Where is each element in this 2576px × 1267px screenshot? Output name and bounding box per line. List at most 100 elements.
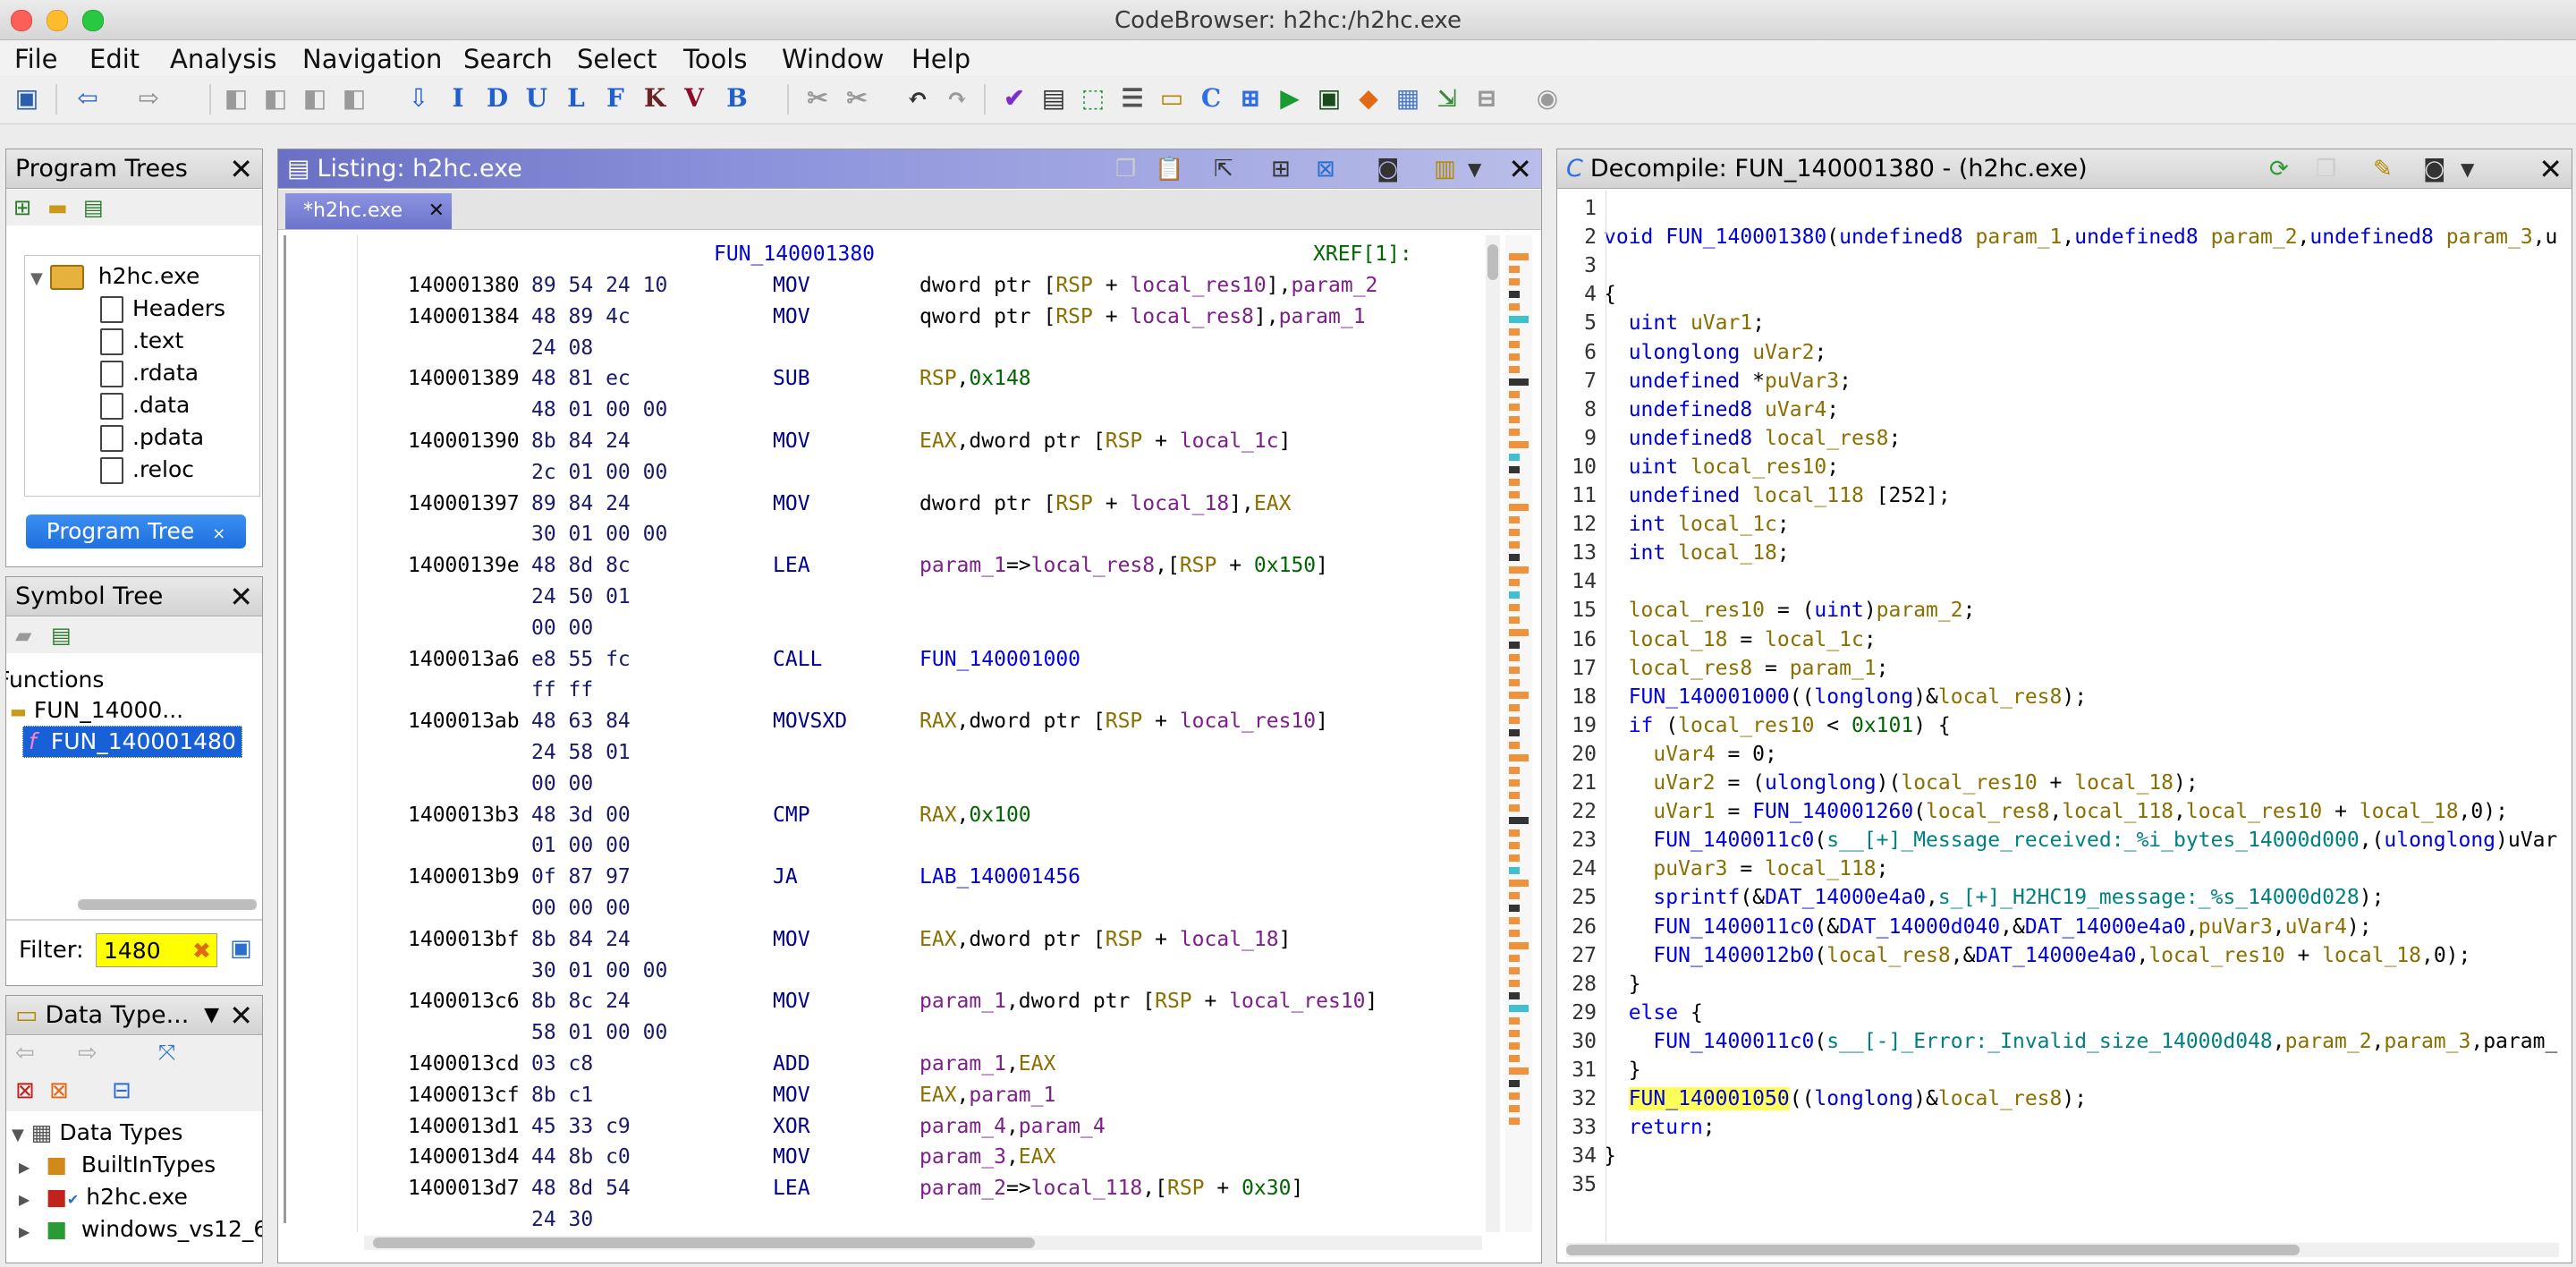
menu-navigation[interactable]: Navigation	[302, 44, 442, 74]
value-icon[interactable]: V	[680, 84, 708, 113]
function-selected[interactable]: f FUN_140001480	[22, 726, 242, 758]
scroll-thumb[interactable]	[78, 899, 257, 910]
edit-signature-icon[interactable]: ✎	[2373, 149, 2393, 189]
cut-icon[interactable]: ✂	[803, 84, 832, 113]
code-line[interactable]: FUN_140001000((longlong)&local_res8);	[1604, 683, 2087, 711]
code-line[interactable]: local_18 = local_1c;	[1604, 625, 1877, 654]
menu-file[interactable]: File	[14, 44, 58, 74]
data-types-root[interactable]: ▼ ▦ Data Types	[12, 1118, 182, 1151]
close-icon[interactable]: ✕	[428, 193, 445, 229]
decompiler-icon[interactable]: C	[1197, 84, 1225, 113]
code-line[interactable]: int local_18;	[1604, 539, 1790, 567]
nav-func-icon[interactable]: ◧	[340, 84, 369, 113]
datatype-program[interactable]: ▶ ■✔ h2hc.exe	[19, 1182, 188, 1215]
filter-options-icon[interactable]: ▣	[230, 935, 252, 962]
code-line[interactable]: else {	[1604, 999, 1703, 1027]
save-icon[interactable]: ▣	[13, 84, 41, 113]
import-icon[interactable]: ⇲	[1433, 84, 1462, 113]
undo-icon[interactable]: ↶	[903, 84, 932, 113]
expand-icon[interactable]: ▶	[19, 1191, 30, 1208]
datatype-windows[interactable]: ▶ ■ windows_vs12_6	[19, 1214, 262, 1247]
tree-item-data[interactable]: .data	[100, 390, 190, 421]
code-line[interactable]: undefined8 uVar4;	[1604, 395, 1839, 424]
field-edit-icon[interactable]: ⊞	[1271, 149, 1291, 189]
overview-bar[interactable]	[1505, 235, 1532, 1232]
code-line[interactable]: puVar3 = local_118;	[1604, 855, 1888, 883]
function-group-node[interactable]: ▬ FUN_14000...	[10, 695, 183, 727]
copy-icon[interactable]: ❐	[1115, 149, 1136, 189]
paste-icon[interactable]: 📋	[1155, 149, 1183, 189]
nav-prev-icon[interactable]: ◧	[222, 84, 250, 113]
view-icon[interactable]: ▤	[83, 195, 104, 220]
code-line[interactable]: local_res10 = (uint)param_2;	[1604, 596, 1976, 625]
scroll-thumb[interactable]	[1566, 1245, 2300, 1255]
forward-icon[interactable]: ⇨	[134, 84, 163, 113]
check-icon[interactable]: ✔	[1000, 84, 1029, 113]
scroll-thumb[interactable]	[373, 1237, 1035, 1248]
code-line[interactable]: int local_1c;	[1604, 510, 1790, 539]
filter-off-icon[interactable]: ⊠	[15, 1077, 35, 1104]
clear-filter-icon[interactable]: ✖	[192, 934, 211, 968]
close-icon[interactable]: ✕	[2538, 149, 2563, 189]
menu-search[interactable]: Search	[463, 44, 553, 74]
scroll-thumb[interactable]	[1487, 244, 1498, 280]
tree-root[interactable]: ▼ h2hc.exe	[30, 261, 199, 294]
run-icon[interactable]: ▶	[1275, 84, 1304, 113]
code-line[interactable]: sprintf(&DAT_14000e4a0,s_[+]_H2HC19_mess…	[1604, 883, 2384, 912]
tree-item-text[interactable]: .text	[100, 326, 183, 356]
snapshot-icon[interactable]: ◙	[2423, 149, 2445, 189]
code-line[interactable]: }	[1604, 1056, 1641, 1084]
back-icon[interactable]: ⇦	[73, 84, 102, 113]
code-line[interactable]: local_res8 = param_1;	[1604, 654, 1889, 683]
tree-item-pdata[interactable]: .pdata	[100, 422, 204, 453]
decompile-hscroll[interactable]	[1566, 1243, 2559, 1257]
listing-icon[interactable]: ☰	[1118, 84, 1147, 113]
code-line[interactable]: ulonglong uVar2;	[1604, 338, 1827, 367]
code-line[interactable]: uint local_res10;	[1604, 453, 1839, 481]
code-line[interactable]: uVar4 = 0;	[1604, 740, 1777, 769]
listing-hscroll[interactable]	[364, 1236, 1482, 1250]
nav-next-icon[interactable]: ◧	[261, 84, 290, 113]
code-line[interactable]: if (local_res10 < 0x101) {	[1604, 711, 1951, 740]
create-tree-icon[interactable]: ⊞	[13, 195, 31, 220]
tree-item-rdata[interactable]: .rdata	[100, 358, 199, 388]
tree-item-reloc[interactable]: .reloc	[100, 455, 194, 485]
code-line[interactable]: undefined local_118 [252];	[1604, 481, 1951, 510]
chat-icon[interactable]: ◉	[1533, 84, 1562, 113]
export-icon[interactable]: ⬚	[1079, 84, 1107, 113]
graph-icon[interactable]: ⊞	[1236, 84, 1265, 113]
symbol-hscroll[interactable]	[78, 899, 257, 910]
redo-icon[interactable]: ↷	[943, 84, 971, 113]
code-line[interactable]: FUN_1400012b0(local_res8,&DAT_14000e4a0,…	[1604, 941, 2470, 970]
code-line[interactable]: return;	[1604, 1113, 1716, 1142]
network-icon[interactable]: ⊟	[1472, 84, 1501, 113]
tab-program-tree[interactable]: Program Tree ×	[26, 514, 246, 548]
table-icon[interactable]: ▦	[1394, 84, 1422, 113]
tab-close-icon[interactable]: ×	[212, 524, 225, 543]
datatype-builtin[interactable]: ▶ ■ BuiltInTypes	[19, 1150, 216, 1183]
code-line[interactable]: FUN_1400011c0(s__[-]_Error:_Invalid_size…	[1604, 1027, 2557, 1056]
terminal-icon[interactable]: ▣	[1315, 84, 1343, 113]
open-folder-icon[interactable]: ▬	[47, 195, 68, 220]
snapshot-icon[interactable]: ◙	[1377, 149, 1399, 189]
datatypes-icon[interactable]: ▭	[1157, 84, 1186, 113]
copy-icon[interactable]: ❐	[2316, 149, 2336, 189]
code-line[interactable]: undefined *puVar3;	[1604, 367, 1852, 395]
nav-data-icon[interactable]: ◧	[301, 84, 329, 113]
byte-icon[interactable]: B	[723, 84, 751, 113]
undefined-icon[interactable]: U	[522, 84, 551, 113]
code-line[interactable]: void FUN_140001380(undefined8 param_1,un…	[1604, 223, 2557, 251]
refresh-icon[interactable]: ⟳	[2269, 149, 2289, 189]
code-line[interactable]: uVar1 = FUN_140001260(local_res8,local_1…	[1604, 797, 2508, 826]
menu-tools[interactable]: Tools	[683, 44, 747, 74]
arrange-icon[interactable]: ⤧	[158, 1040, 175, 1065]
expand-icon[interactable]: ▼	[30, 269, 43, 288]
close-icon[interactable]: ✕	[229, 996, 253, 1035]
diamond-icon[interactable]: ◆	[1354, 84, 1383, 113]
code-line[interactable]: uVar2 = (ulonglong)(local_res10 + local_…	[1604, 769, 2198, 797]
menu-select[interactable]: Select	[577, 44, 657, 74]
code-line[interactable]: }	[1604, 970, 1641, 999]
code-line[interactable]: undefined8 local_res8;	[1604, 424, 1902, 453]
expand-icon[interactable]: ▶	[19, 1223, 30, 1240]
menu-analysis[interactable]: Analysis	[170, 44, 276, 74]
